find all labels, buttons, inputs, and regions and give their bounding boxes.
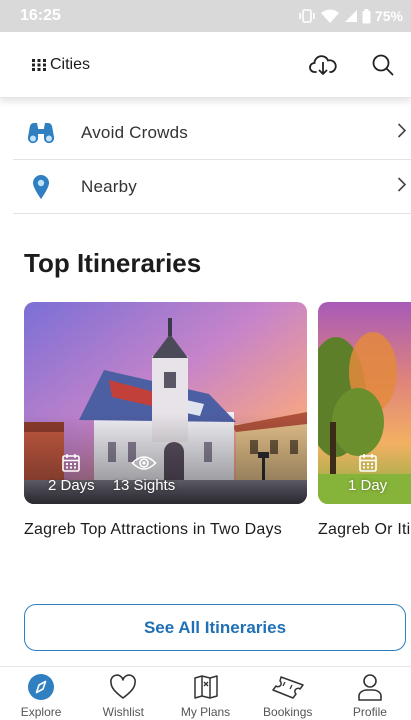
nav-explore-label: Explore	[20, 705, 62, 719]
quick-links-list: Avoid Crowds Nearby	[13, 106, 411, 214]
person-icon	[358, 674, 382, 701]
header-actions	[307, 49, 399, 81]
map-icon	[193, 675, 218, 699]
eye-icon	[131, 456, 157, 470]
nav-profile[interactable]: Profile	[329, 667, 411, 720]
itinerary-card[interactable]: 2 Days 13 Sights Zagreb Top Attractions …	[24, 302, 307, 542]
itinerary-card-title: Zagreb Or Itinerary	[318, 521, 411, 538]
download-button[interactable]	[307, 49, 339, 81]
nearby-row[interactable]: Nearby	[13, 160, 411, 214]
search-button[interactable]	[367, 49, 399, 81]
itinerary-card-stats: 2 Days 13 Sights	[24, 453, 307, 494]
nav-my-plans-label: My Plans	[180, 705, 231, 719]
nav-wishlist[interactable]: Wishlist	[82, 667, 164, 720]
nav-bookings[interactable]: Bookings	[247, 667, 329, 720]
nav-bookings-label: Bookings	[263, 705, 313, 719]
itinerary-carousel[interactable]: 2 Days 13 Sights Zagreb Top Attractions …	[24, 302, 411, 572]
cities-label: Cities	[50, 55, 91, 73]
compass-icon	[28, 674, 55, 700]
wifi-icon	[320, 9, 339, 23]
days-count: 2 Days	[48, 477, 95, 494]
vibrate-icon	[299, 9, 315, 23]
days-stat: 1 Day	[348, 453, 387, 494]
nav-my-plans[interactable]: My Plans	[164, 667, 246, 720]
days-stat: 2 Days	[48, 453, 95, 494]
chevron-right-icon	[397, 176, 407, 197]
see-all-itineraries-button[interactable]: See All Itineraries	[24, 604, 406, 651]
itinerary-card-image: 2 Days 13 Sights	[24, 302, 307, 504]
avoid-crowds-label: Avoid Crowds	[81, 122, 188, 142]
nearby-label: Nearby	[81, 176, 138, 196]
section-title: Top Itineraries	[24, 248, 202, 278]
itinerary-card[interactable]: 1 Day Zagreb Or Itinerary	[318, 302, 411, 542]
calendar-icon	[62, 454, 81, 472]
bottom-nav: Explore Wishlist My Plans Bookings Profi…	[0, 666, 411, 720]
calendar-icon	[358, 454, 377, 472]
app-header: Cities	[0, 32, 411, 98]
location-pin-icon	[25, 174, 57, 200]
signal-icon	[344, 10, 357, 22]
status-icons: 75%	[298, 8, 403, 24]
chevron-right-icon	[397, 122, 407, 143]
days-count: 1 Day	[348, 477, 388, 494]
search-icon	[372, 54, 394, 75]
nav-explore[interactable]: Explore	[0, 667, 82, 720]
nav-wishlist-label: Wishlist	[102, 705, 144, 719]
battery-icon	[362, 8, 371, 23]
nav-profile-label: Profile	[352, 705, 387, 719]
ticket-icon	[271, 676, 304, 699]
grid-icon	[32, 58, 46, 71]
status-time: 16:25	[20, 7, 61, 24]
sights-count: 13 Sights	[112, 477, 176, 494]
itinerary-card-stats: 1 Day	[318, 453, 411, 494]
binoculars-icon	[25, 122, 57, 144]
heart-icon	[110, 674, 137, 699]
itinerary-card-image: 1 Day	[318, 302, 411, 504]
cities-menu-button[interactable]: Cities	[32, 56, 90, 74]
sights-stat: 13 Sights	[112, 453, 176, 494]
battery-percent: 75%	[374, 8, 403, 24]
status-bar: 16:25 75%	[0, 0, 411, 32]
cloud-download-icon	[309, 54, 337, 75]
avoid-crowds-row[interactable]: Avoid Crowds	[13, 106, 411, 160]
itinerary-card-title: Zagreb Top Attractions in Two Days	[24, 521, 282, 538]
